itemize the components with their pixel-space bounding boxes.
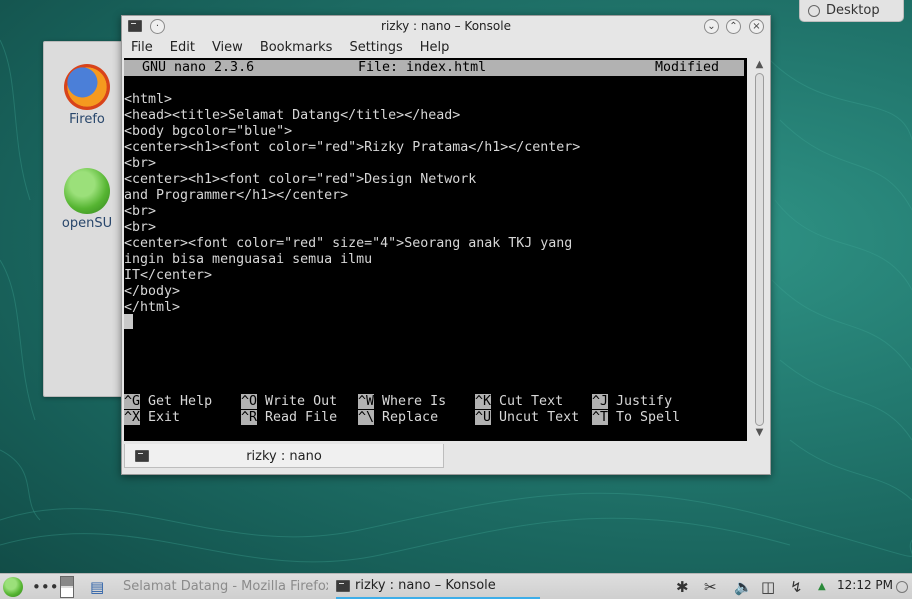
clock[interactable]: 12:12 PM bbox=[837, 578, 893, 592]
virtual-desktops-icon bbox=[60, 575, 74, 598]
tray-volume[interactable]: 🔈 bbox=[734, 574, 753, 599]
shortcut-write-out[interactable]: ^O Write Out bbox=[241, 394, 337, 410]
taskbar: ••• ▤ Selamat Datang - Mozilla Firefox r… bbox=[0, 573, 912, 599]
konsole-tabbar: rizky : nano bbox=[122, 444, 770, 472]
editor-line: <br> bbox=[124, 204, 157, 219]
task-label: rizky : nano – Konsole bbox=[355, 578, 496, 593]
panel-toolbox-icon bbox=[896, 580, 908, 593]
device-icon: ◫ bbox=[761, 577, 776, 596]
editor-line: <html> bbox=[124, 92, 173, 107]
shortcut-cut-text[interactable]: ^K Cut Text bbox=[475, 394, 563, 410]
tray-kdeconnect[interactable]: ◫ bbox=[761, 574, 775, 599]
window-list-icon: ▤ bbox=[90, 577, 105, 596]
tray-network[interactable]: ↯ bbox=[790, 574, 803, 599]
shortcut-replace[interactable]: ^\ Replace bbox=[358, 410, 438, 426]
shortcut-where-is[interactable]: ^W Where Is bbox=[358, 394, 446, 410]
scroll-up-icon[interactable]: ▲ bbox=[753, 59, 766, 71]
desktop-toolbox-button[interactable]: Desktop bbox=[799, 0, 904, 22]
konsole-task-icon bbox=[336, 579, 350, 592]
konsole-window: · rizky : nano – Konsole ⌄ ⌃ × File Edit… bbox=[121, 15, 771, 475]
menu-bookmarks[interactable]: Bookmarks bbox=[251, 38, 341, 58]
opensuse-launcher-icon bbox=[3, 576, 23, 597]
shortcut-uncut-text[interactable]: ^U Uncut Text bbox=[475, 410, 579, 426]
expand-tray-icon: ▲ bbox=[818, 581, 826, 592]
terminal-area[interactable]: GNU nano 2.3.6 File: index.html Modified… bbox=[124, 58, 747, 441]
pager-widget[interactable] bbox=[60, 574, 74, 599]
editor-line: </body> bbox=[124, 284, 181, 299]
editor-line: and Programmer</h1></center> bbox=[124, 188, 349, 203]
panel-toolbox[interactable] bbox=[896, 574, 908, 599]
nano-titlebar: GNU nano 2.3.6 File: index.html Modified bbox=[124, 60, 744, 76]
application-launcher[interactable] bbox=[3, 574, 23, 599]
menubar: File Edit View Bookmarks Settings Help bbox=[122, 38, 770, 58]
shortcut-to-spell[interactable]: ^T To Spell bbox=[592, 410, 680, 426]
menu-help[interactable]: Help bbox=[411, 38, 458, 58]
window-title: rizky : nano – Konsole bbox=[381, 19, 511, 33]
editor-line: <center><font color="red" size="4">Seora… bbox=[124, 236, 573, 251]
maximize-button[interactable]: ⌃ bbox=[726, 19, 741, 34]
terminal-scrollbar[interactable]: ▲ ▼ bbox=[752, 59, 767, 441]
minimize-button[interactable]: ⌄ bbox=[704, 19, 719, 34]
opensuse-icon bbox=[64, 168, 110, 214]
tray-expand[interactable]: ▲ bbox=[818, 574, 826, 599]
shortcut-read-file[interactable]: ^R Read File bbox=[241, 410, 337, 426]
editor-line: IT</center> bbox=[124, 268, 213, 283]
desktop-icon-firefox[interactable]: Firefo bbox=[44, 64, 130, 127]
window-titlebar[interactable]: · rizky : nano – Konsole ⌄ ⌃ × bbox=[122, 16, 770, 38]
editor-line: <head><title>Selamat Datang</title></hea… bbox=[124, 108, 461, 123]
desktop-icon-opensuse[interactable]: openSU bbox=[44, 168, 130, 231]
tab-label: rizky : nano bbox=[246, 449, 322, 464]
nano-modified-state: Modified bbox=[655, 60, 720, 75]
desktop-folder-view: Firefo openSU bbox=[43, 41, 131, 397]
editor-line: <br> bbox=[124, 156, 157, 171]
nano-filename: File: index.html bbox=[358, 60, 487, 75]
editor-line: <body bgcolor="blue"> bbox=[124, 124, 293, 139]
editor-line: ingin bisa menguasai semua ilmu bbox=[124, 252, 373, 267]
editor-line: <br> bbox=[124, 220, 157, 235]
shortcut-exit[interactable]: ^X Exit bbox=[124, 410, 180, 426]
tray-tools[interactable]: ✂ bbox=[704, 574, 717, 599]
text-cursor bbox=[124, 314, 133, 329]
editor-line: <center><h1><font color="red">Design Net… bbox=[124, 172, 477, 187]
dots-icon: ••• bbox=[32, 577, 59, 596]
shortcut-get-help[interactable]: ^G Get Help bbox=[124, 394, 212, 410]
nano-version: GNU nano 2.3.6 bbox=[142, 60, 255, 75]
show-desktop-button[interactable]: ▤ bbox=[90, 574, 104, 599]
task-firefox[interactable]: Selamat Datang - Mozilla Firefox bbox=[118, 574, 328, 599]
volume-icon: 🔈 bbox=[734, 577, 753, 596]
tray-bug-notifier[interactable]: ✱ bbox=[676, 574, 689, 599]
task-label: Selamat Datang - Mozilla Firefox bbox=[123, 579, 328, 594]
firefox-icon bbox=[64, 64, 110, 110]
cashew-icon bbox=[808, 4, 820, 17]
scroll-thumb[interactable] bbox=[755, 73, 764, 426]
bug-icon: ✱ bbox=[676, 577, 689, 596]
shortcut-justify[interactable]: ^J Justify bbox=[592, 394, 672, 410]
close-button[interactable]: × bbox=[749, 19, 764, 34]
task-konsole[interactable]: rizky : nano – Konsole bbox=[336, 574, 540, 599]
scroll-down-icon[interactable]: ▼ bbox=[753, 427, 766, 439]
network-disconnected-icon: ↯ bbox=[790, 577, 803, 596]
menu-edit[interactable]: Edit bbox=[161, 38, 203, 58]
editor-line: <center><h1><font color="red">Rizky Prat… bbox=[124, 140, 581, 155]
menu-file[interactable]: File bbox=[122, 38, 161, 58]
menu-settings[interactable]: Settings bbox=[340, 38, 410, 58]
more-apps-button[interactable]: ••• bbox=[32, 574, 59, 599]
tools-icon: ✂ bbox=[704, 577, 717, 596]
tab-rizky-nano[interactable]: rizky : nano bbox=[124, 444, 444, 468]
desktop-label: Desktop bbox=[826, 3, 880, 18]
menu-view[interactable]: View bbox=[203, 38, 251, 58]
desktop-icon-label: Firefo bbox=[69, 112, 105, 127]
desktop-icon-label: openSU bbox=[61, 216, 113, 231]
